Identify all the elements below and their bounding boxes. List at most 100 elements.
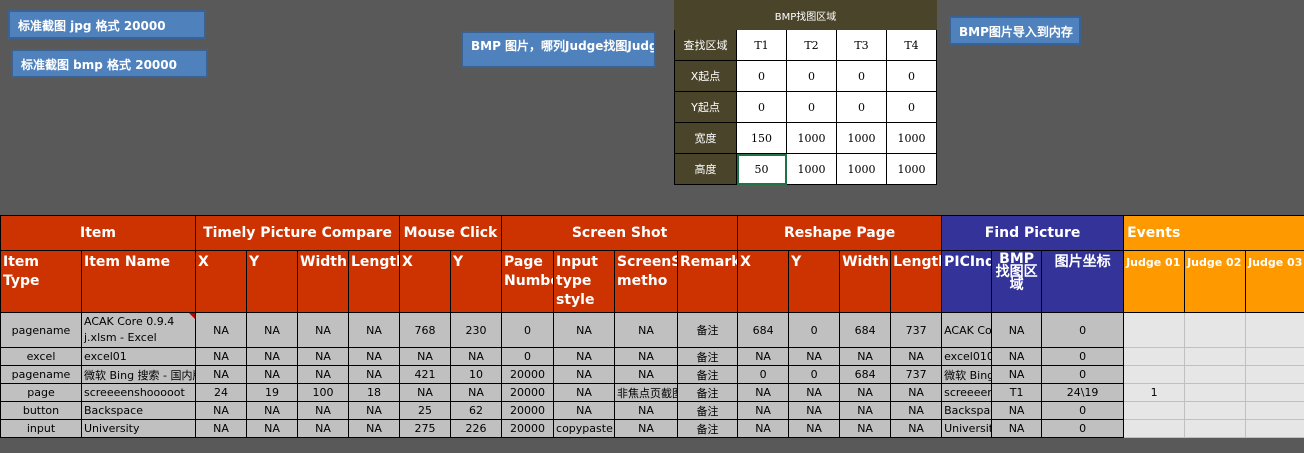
table-cell[interactable] [1245,312,1304,348]
table-cell[interactable]: 备注 [677,347,739,366]
table-cell[interactable]: excel01 [80,347,197,366]
table-cell[interactable] [1123,401,1186,420]
col-page-number[interactable]: Page Number [501,250,555,313]
table-cell[interactable]: 备注 [677,419,739,438]
bmp-region-cell[interactable]: 0 [736,91,787,123]
table-cell[interactable]: Universit [941,419,993,438]
bmp-region-cell[interactable]: 1000 [786,122,837,154]
table-cell[interactable]: NA [991,419,1043,438]
table-cell[interactable]: NA [246,365,299,384]
table-cell[interactable] [1184,419,1247,438]
table-cell[interactable]: NA [195,347,248,366]
table-cell[interactable]: NA [788,419,841,438]
jpg-capture-button[interactable]: 标准截图 jpg 格式 20000 [8,10,206,39]
table-cell[interactable]: 20000 [501,419,555,438]
table-cell[interactable]: NA [297,347,350,366]
bmp-region-width-label[interactable]: 宽度 [674,122,737,154]
col-picture-coordinates[interactable]: 图片坐标 [1041,250,1125,313]
col-reshape-length[interactable]: Length [890,250,943,313]
table-cell[interactable]: 微软 Bing 搜索 - 国内版 [80,365,197,384]
bmp-region-header-t1[interactable]: T1 [736,29,787,61]
table-cell[interactable]: NA [348,365,401,384]
bmp-region-cell[interactable]: 0 [786,91,837,123]
table-cell[interactable]: NA [297,419,350,438]
table-cell[interactable]: NA [737,383,790,402]
col-judge-03[interactable]: Judge 03 [1245,250,1304,313]
table-cell[interactable]: screeeen [941,383,993,402]
table-cell[interactable] [1184,347,1247,366]
col-judge-02[interactable]: Judge 02 [1184,250,1247,313]
table-cell[interactable]: NA [839,347,892,366]
table-cell[interactable]: NA [348,312,401,348]
table-cell[interactable]: 62 [450,401,503,420]
table-cell[interactable]: 10 [450,365,503,384]
bmp-region-x-label[interactable]: X起点 [674,60,737,92]
table-cell[interactable]: NA [246,419,299,438]
table-cell[interactable]: 275 [399,419,452,438]
table-cell[interactable]: 768 [399,312,452,348]
table-cell[interactable] [1184,401,1247,420]
table-cell[interactable]: NA [195,312,248,348]
bmp-region-cell[interactable]: 1000 [885,153,938,185]
bmp-region-cell[interactable]: 1000 [836,153,887,185]
col-item-type[interactable]: Item Type [0,250,82,313]
table-cell[interactable]: 20000 [501,401,555,420]
table-cell[interactable]: 0 [1041,347,1125,366]
table-cell[interactable]: NA [737,419,790,438]
bmp-region-cell[interactable]: 150 [736,122,787,154]
table-cell[interactable] [1245,419,1304,438]
bmp-region-selected-cell[interactable]: 50 [736,153,787,185]
bmp-import-button[interactable]: BMP图片导入到内存 [949,16,1081,45]
table-cell[interactable] [1245,401,1304,420]
table-cell[interactable]: NA [991,312,1043,348]
table-cell[interactable]: 非焦点页截图 [614,383,679,402]
bmp-region-cell[interactable]: 1000 [836,122,887,154]
table-cell[interactable]: ACAK Core 0.9.4 j.xlsm - Excel [80,312,197,348]
col-input-type-style[interactable]: Input type style [553,250,616,313]
table-cell[interactable]: 684 [737,312,790,348]
col-reshape-width[interactable]: Width [839,250,892,313]
table-cell[interactable] [1123,347,1186,366]
table-cell[interactable] [1123,419,1186,438]
table-cell[interactable]: copypaste [553,419,616,438]
bmp-region-cell[interactable]: 0 [836,60,887,92]
table-cell[interactable]: 0 [788,365,841,384]
table-cell[interactable]: NA [246,347,299,366]
bmp-region-header-t2[interactable]: T2 [786,29,837,61]
table-cell[interactable]: NA [788,401,841,420]
table-cell[interactable]: 备注 [677,312,739,348]
table-cell[interactable]: NA [614,419,679,438]
bmp-region-cell[interactable]: 0 [885,91,938,123]
col-screenshot-method[interactable]: ScreenShot metho [614,250,679,313]
table-cell[interactable]: 备注 [677,383,739,402]
table-cell[interactable]: NA [297,401,350,420]
table-cell[interactable]: 0 [788,312,841,348]
bmp-region-cell[interactable]: 1000 [885,122,938,154]
table-cell[interactable]: NA [839,401,892,420]
table-cell[interactable]: 226 [450,419,503,438]
col-reshape-y[interactable]: Y [788,250,841,313]
table-cell[interactable]: 0 [501,347,555,366]
table-cell[interactable]: screeeenshooooot [80,383,197,402]
table-cell[interactable]: excel010 [941,347,993,366]
table-cell[interactable]: NA [348,347,401,366]
table-cell[interactable]: NA [614,312,679,348]
table-cell[interactable] [1184,365,1247,384]
table-cell[interactable] [1245,347,1304,366]
col-remark[interactable]: Remark [677,250,739,313]
group-screen-shot-header[interactable]: Screen Shot [501,215,739,251]
table-cell[interactable]: NA [991,401,1043,420]
table-cell[interactable] [1123,312,1186,348]
table-cell[interactable]: NA [839,383,892,402]
table-cell[interactable]: NA [839,419,892,438]
table-cell[interactable]: 737 [890,365,943,384]
table-cell[interactable] [1184,383,1247,402]
group-reshape-page-header[interactable]: Reshape Page [737,215,943,251]
table-cell[interactable]: NA [614,401,679,420]
table-cell[interactable]: NA [890,383,943,402]
group-find-picture-header[interactable]: Find Picture [941,215,1125,251]
table-cell[interactable]: NA [450,383,503,402]
table-cell[interactable]: NA [614,347,679,366]
table-cell[interactable]: NA [246,401,299,420]
table-cell[interactable]: 1 [1123,383,1186,402]
